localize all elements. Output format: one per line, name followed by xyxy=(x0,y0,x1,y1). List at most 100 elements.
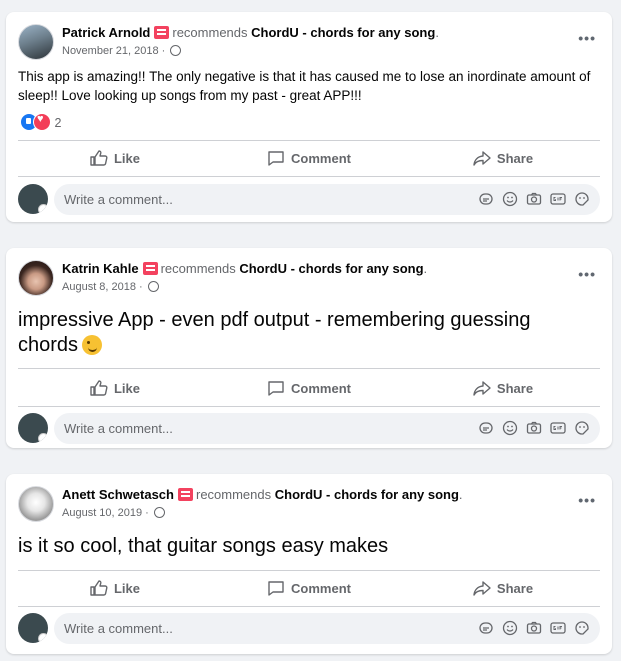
post-date[interactable]: August 8, 2018 · xyxy=(62,281,143,293)
comment-button[interactable]: Comment xyxy=(212,372,406,404)
emoji-icon[interactable] xyxy=(502,191,518,207)
post-meta: August 8, 2018 · xyxy=(62,281,159,293)
recommend-icon xyxy=(177,488,193,501)
like-label: Like xyxy=(113,150,140,166)
share-label: Share xyxy=(496,380,534,396)
comment-label: Comment xyxy=(291,150,351,166)
author-name[interactable]: Patrick Arnold xyxy=(62,25,150,40)
comment-tools xyxy=(478,420,590,436)
like-button[interactable]: Like xyxy=(18,372,212,404)
like-icon xyxy=(90,150,108,166)
gif-icon[interactable] xyxy=(550,420,566,436)
post-text: is it so cool, that guitar songs easy ma… xyxy=(18,535,389,557)
divider xyxy=(18,570,600,571)
recommends-label: recommends xyxy=(160,261,236,276)
gif-icon[interactable] xyxy=(550,191,566,207)
gif-icon[interactable] xyxy=(550,620,566,636)
share-label: Share xyxy=(496,150,534,166)
post-meta: November 21, 2018 · xyxy=(62,45,182,57)
share-label: Share xyxy=(496,580,534,596)
camera-icon[interactable] xyxy=(526,420,542,436)
post-meta: August 10, 2019 · xyxy=(62,507,165,519)
like-button[interactable]: Like xyxy=(18,142,212,174)
recommends-label: recommends xyxy=(195,487,272,502)
post-card-1: Patrick Arnold recommends ChordU - chords… xyxy=(6,12,612,222)
name-line: Katrin Kahle recommends ChordU - chords f… xyxy=(62,261,428,276)
globe-icon xyxy=(153,507,165,518)
name-line: Patrick Arnold recommends ChordU - chords… xyxy=(62,25,439,40)
action-bar: Like Comment Share xyxy=(18,372,600,404)
winking-emoji-icon xyxy=(82,335,103,355)
share-button[interactable]: Share xyxy=(406,142,600,174)
avatar[interactable] xyxy=(18,486,54,522)
divider xyxy=(18,606,600,607)
comment-row: Write a comment... xyxy=(18,613,600,647)
recommends-label: recommends xyxy=(172,25,248,40)
sticker-face-icon[interactable] xyxy=(574,420,590,436)
like-label: Like xyxy=(113,380,140,396)
camera-icon[interactable] xyxy=(526,191,542,207)
more-icon[interactable]: ••• xyxy=(578,492,596,508)
post-header: Anett Schwetasch recommends ChordU - chor… xyxy=(18,484,600,524)
share-icon xyxy=(473,151,491,166)
more-icon[interactable]: ••• xyxy=(578,30,596,46)
post-card-3: Anett Schwetasch recommends ChordU - chor… xyxy=(6,474,612,654)
more-icon[interactable]: ••• xyxy=(578,266,596,282)
post-text: This app is amazing!! The only negative … xyxy=(18,69,591,103)
sticker-icon[interactable] xyxy=(478,620,494,636)
post-date[interactable]: November 21, 2018 · xyxy=(62,45,165,57)
current-user-avatar[interactable] xyxy=(18,184,48,214)
comment-button[interactable]: Comment xyxy=(212,142,406,174)
globe-icon xyxy=(170,45,182,56)
emoji-icon[interactable] xyxy=(502,420,518,436)
like-button[interactable]: Like xyxy=(18,572,212,604)
current-user-avatar[interactable] xyxy=(18,413,48,443)
page-name[interactable]: ChordU - chords for any song xyxy=(251,25,435,40)
share-icon xyxy=(473,381,491,396)
reaction-count: 2 xyxy=(54,116,62,130)
action-bar: Like Comment Share xyxy=(18,142,600,174)
page-name[interactable]: ChordU - chords for any song xyxy=(239,261,423,276)
author-name[interactable]: Anett Schwetasch xyxy=(62,487,174,502)
comment-icon xyxy=(268,151,284,166)
post-card-2: Katrin Kahle recommends ChordU - chords f… xyxy=(6,248,612,448)
sticker-face-icon[interactable] xyxy=(574,620,590,636)
divider xyxy=(18,368,600,369)
comment-row: Write a comment... xyxy=(18,184,600,218)
comment-label: Comment xyxy=(291,380,351,396)
post-text: impressive App - even pdf output - remem… xyxy=(18,308,596,358)
comment-row: Write a comment... xyxy=(18,413,600,447)
divider xyxy=(18,140,600,141)
author-name[interactable]: Katrin Kahle xyxy=(62,261,139,276)
comment-tools xyxy=(478,620,590,636)
avatar[interactable] xyxy=(18,260,54,296)
divider xyxy=(18,176,600,177)
globe-icon xyxy=(147,281,159,292)
camera-icon[interactable] xyxy=(526,620,542,636)
love-reaction-icon xyxy=(33,113,51,131)
share-icon xyxy=(473,581,491,596)
sticker-icon[interactable] xyxy=(478,191,494,207)
divider xyxy=(18,406,600,407)
comment-icon xyxy=(268,581,284,596)
emoji-icon[interactable] xyxy=(502,620,518,636)
current-user-avatar[interactable] xyxy=(18,613,48,643)
recommend-icon xyxy=(154,26,170,39)
share-button[interactable]: Share xyxy=(406,572,600,604)
sticker-icon[interactable] xyxy=(478,420,494,436)
page-name[interactable]: ChordU - chords for any song xyxy=(275,487,459,502)
sticker-face-icon[interactable] xyxy=(574,191,590,207)
like-icon xyxy=(90,380,108,396)
avatar[interactable] xyxy=(18,24,54,60)
action-bar: Like Comment Share xyxy=(18,572,600,604)
post-date[interactable]: August 10, 2019 · xyxy=(62,507,149,519)
reactions[interactable]: 2 xyxy=(20,113,61,131)
like-label: Like xyxy=(113,580,140,596)
name-line: Anett Schwetasch recommends ChordU - chor… xyxy=(62,487,463,502)
share-button[interactable]: Share xyxy=(406,372,600,404)
comment-icon xyxy=(268,381,284,396)
post-header: Katrin Kahle recommends ChordU - chords f… xyxy=(18,258,600,298)
like-icon xyxy=(90,580,108,596)
comment-button[interactable]: Comment xyxy=(212,572,406,604)
post-header: Patrick Arnold recommends ChordU - chords… xyxy=(18,22,600,62)
